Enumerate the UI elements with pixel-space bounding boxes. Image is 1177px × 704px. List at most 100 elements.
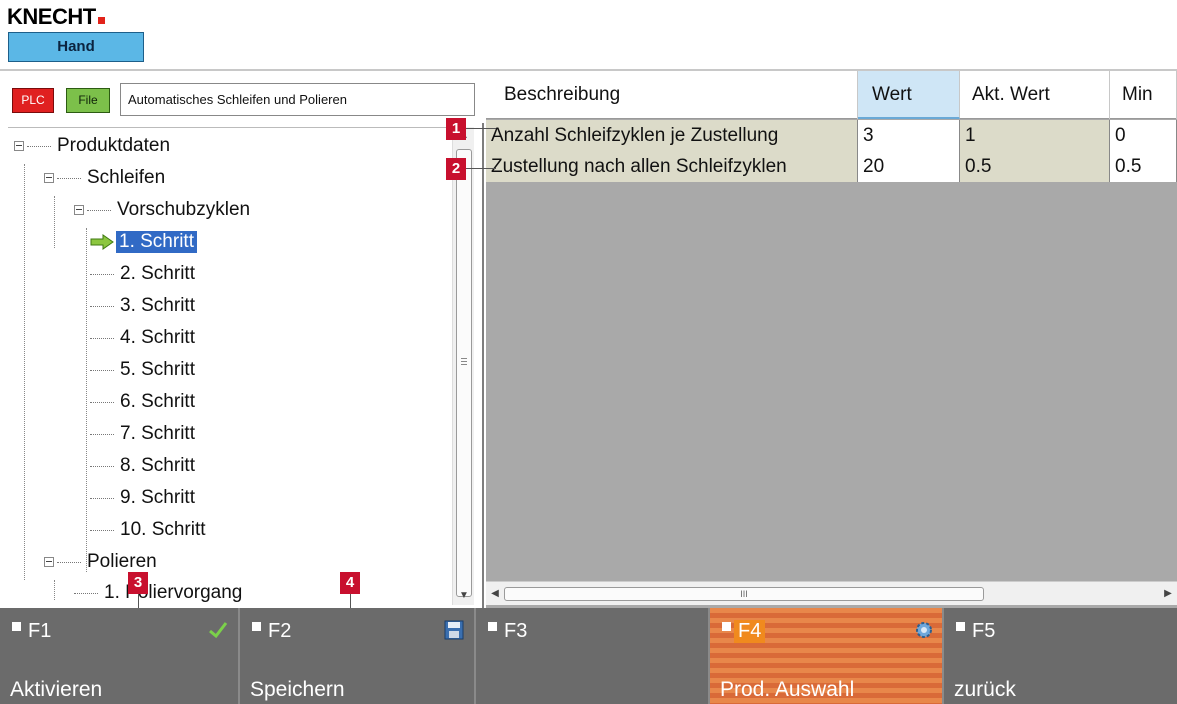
key-label: Prod. Auswahl bbox=[720, 678, 855, 701]
function-key-bar: F1 Aktivieren F2 Speichern F3 F4 Prod. A… bbox=[0, 608, 1177, 704]
callout-leader bbox=[466, 168, 496, 169]
f2-speichern-button[interactable]: F2 Speichern bbox=[240, 608, 476, 704]
collapse-icon[interactable] bbox=[44, 173, 54, 183]
knecht-logo: KNECHT bbox=[7, 4, 105, 30]
callout-3: 3 bbox=[128, 572, 148, 594]
key-id: F2 bbox=[268, 620, 292, 642]
product-tree: Produktdaten Schleifen Vorschubzyklen 1.… bbox=[8, 127, 453, 605]
tree-label: 5. Schritt bbox=[120, 359, 195, 380]
mode-indicator: Hand bbox=[8, 32, 144, 62]
collapse-icon[interactable] bbox=[44, 557, 54, 567]
key-id: F3 bbox=[504, 620, 528, 642]
scroll-left-icon[interactable]: ◀ bbox=[486, 582, 504, 606]
tree-connector bbox=[90, 401, 114, 403]
tree-connector bbox=[90, 305, 114, 307]
cell-value[interactable]: 20 bbox=[858, 151, 960, 182]
key-marker bbox=[722, 622, 731, 631]
key-label: Speichern bbox=[250, 678, 345, 701]
grid-horizontal-scrollbar[interactable]: ◀ III ▶ bbox=[486, 581, 1177, 605]
tree-label-selected: 1. Schritt bbox=[116, 231, 197, 253]
header: KNECHT Hand bbox=[0, 0, 1177, 71]
tree-node-step-10[interactable]: 10. Schritt bbox=[90, 515, 206, 545]
save-icon bbox=[444, 620, 464, 640]
callout-4: 4 bbox=[340, 572, 360, 594]
tree-node-schleifen[interactable]: Schleifen bbox=[44, 163, 165, 193]
scroll-right-icon[interactable]: ▶ bbox=[1159, 582, 1177, 606]
scroll-down-icon[interactable]: ▼ bbox=[453, 587, 475, 605]
tree-guide-line bbox=[54, 580, 55, 600]
plc-button[interactable]: PLC bbox=[12, 88, 54, 113]
grip-line bbox=[461, 364, 467, 365]
arrow-right-icon bbox=[90, 234, 114, 250]
column-header-min[interactable]: Min bbox=[1110, 71, 1177, 119]
cell-value[interactable]: 3 bbox=[858, 120, 960, 151]
f4-prod-auswahl-button[interactable]: F4 Prod. Auswahl bbox=[710, 608, 944, 704]
callout-1: 1 bbox=[446, 118, 466, 140]
tree-connector bbox=[27, 145, 51, 147]
gear-icon bbox=[916, 622, 932, 638]
tree-connector bbox=[74, 592, 98, 594]
logo-text: KNECHT bbox=[7, 4, 96, 29]
tree-node-step-3[interactable]: 3. Schritt bbox=[90, 291, 195, 321]
tree-node-step-5[interactable]: 5. Schritt bbox=[90, 355, 195, 385]
cell-actual-value: 1 bbox=[960, 120, 1110, 151]
scroll-thumb[interactable]: III bbox=[504, 587, 984, 601]
cell-actual-value: 0.5 bbox=[960, 151, 1110, 182]
table-row[interactable]: Zustellung nach allen Schleifzyklen 20 0… bbox=[486, 151, 1177, 182]
key-id: F4 bbox=[734, 620, 766, 643]
callout-2: 2 bbox=[446, 158, 466, 180]
column-header-akt-wert[interactable]: Akt. Wert bbox=[960, 71, 1110, 119]
tree-label: 4. Schritt bbox=[120, 327, 195, 348]
program-title-field[interactable]: Automatisches Schleifen und Polieren bbox=[120, 83, 475, 116]
collapse-icon[interactable] bbox=[14, 141, 24, 151]
f5-zurueck-button[interactable]: F5 zurück bbox=[944, 608, 1177, 704]
tree-node-step-6[interactable]: 6. Schritt bbox=[90, 387, 195, 417]
parameter-panel: Beschreibung Wert Akt. Wert Min Anzahl S… bbox=[486, 71, 1177, 608]
grip-line bbox=[461, 361, 467, 362]
key-marker bbox=[12, 622, 21, 631]
file-button[interactable]: File bbox=[66, 88, 110, 113]
cell-min: 0 bbox=[1110, 120, 1177, 151]
tree-connector bbox=[90, 529, 114, 531]
tree-node-produktdaten[interactable]: Produktdaten bbox=[14, 131, 170, 161]
tree-node-step-7[interactable]: 7. Schritt bbox=[90, 419, 195, 449]
tree-connector bbox=[57, 561, 81, 563]
collapse-icon[interactable] bbox=[74, 205, 84, 215]
tree-node-poliervorgang[interactable]: 1. Poliervorgang bbox=[74, 578, 242, 605]
tree-vertical-scrollbar[interactable]: ▲ ▼ bbox=[452, 127, 474, 605]
tree-node-step-2[interactable]: 2. Schritt bbox=[90, 259, 195, 289]
tree-guide-line bbox=[54, 196, 55, 248]
tree-guide-line bbox=[86, 228, 87, 572]
left-panel: PLC File Automatisches Schleifen und Pol… bbox=[0, 71, 484, 608]
callout-leader bbox=[466, 128, 496, 129]
f1-aktivieren-button[interactable]: F1 Aktivieren bbox=[0, 608, 240, 704]
f3-button[interactable]: F3 bbox=[476, 608, 710, 704]
tree-node-step-8[interactable]: 8. Schritt bbox=[90, 451, 195, 481]
tree-connector bbox=[90, 273, 114, 275]
left-toolbar: PLC File Automatisches Schleifen und Pol… bbox=[0, 71, 484, 123]
tree-node-vorschubzyklen[interactable]: Vorschubzyklen bbox=[74, 195, 250, 225]
tree-label: 6. Schritt bbox=[120, 391, 195, 412]
tree-label: 3. Schritt bbox=[120, 295, 195, 316]
column-header-wert[interactable]: Wert bbox=[858, 71, 960, 119]
grid-header: Beschreibung Wert Akt. Wert Min bbox=[486, 71, 1177, 119]
cell-description: Anzahl Schleifzyklen je Zustellung bbox=[486, 120, 858, 151]
column-header-beschreibung[interactable]: Beschreibung bbox=[486, 71, 858, 119]
tree-label: 8. Schritt bbox=[120, 455, 195, 476]
tree-label: Schleifen bbox=[87, 167, 166, 188]
tree-label: 7. Schritt bbox=[120, 423, 195, 444]
tree-node-step-9[interactable]: 9. Schritt bbox=[90, 483, 195, 513]
tree-label: Polieren bbox=[87, 551, 157, 572]
tree-label: 9. Schritt bbox=[120, 487, 195, 508]
key-label: Aktivieren bbox=[10, 678, 103, 701]
scroll-thumb[interactable] bbox=[456, 149, 472, 597]
key-label: zurück bbox=[954, 678, 1016, 701]
tree-node-step-1[interactable]: 1. Schritt bbox=[90, 227, 197, 257]
table-row[interactable]: Anzahl Schleifzyklen je Zustellung 3 1 0 bbox=[486, 120, 1177, 151]
cell-min: 0.5 bbox=[1110, 151, 1177, 182]
tree-node-step-4[interactable]: 4. Schritt bbox=[90, 323, 195, 353]
tree-connector bbox=[90, 465, 114, 467]
tree-label-prefix: 1. bbox=[104, 582, 120, 603]
tree-connector bbox=[57, 177, 81, 179]
tree-connector bbox=[90, 369, 114, 371]
